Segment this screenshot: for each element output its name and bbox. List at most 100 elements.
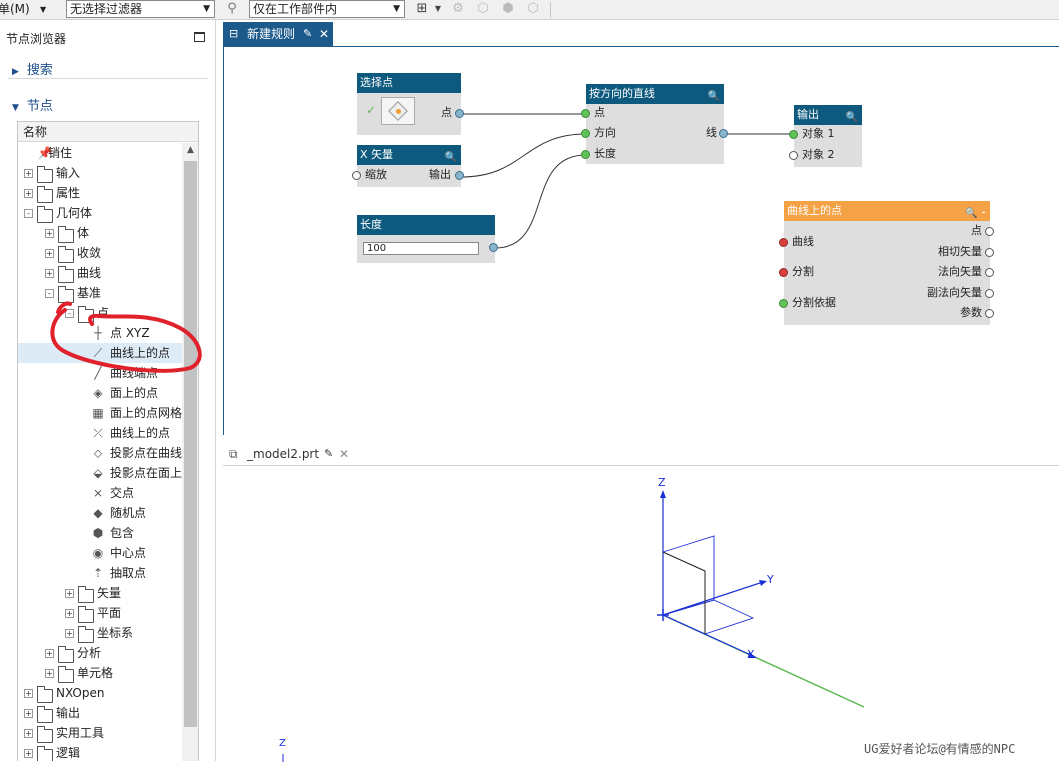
chevron-down-icon[interactable]: ▼ xyxy=(430,1,446,17)
tree-item[interactable]: ⬙ 投影点在面上 xyxy=(18,463,182,483)
tree-item[interactable]: + 矢量 xyxy=(18,583,182,603)
expand-icon[interactable]: + xyxy=(45,269,54,278)
expand-icon[interactable]: + xyxy=(24,749,33,758)
tree-item[interactable]: + 分析 xyxy=(18,643,182,663)
select-point-output-port[interactable] xyxy=(455,109,464,118)
tree-item[interactable]: + 输入 xyxy=(18,163,182,183)
search-icon[interactable]: 🔍 xyxy=(445,148,457,168)
poc-tangent-port[interactable] xyxy=(985,248,994,257)
line-point-port[interactable] xyxy=(581,109,590,118)
poc-point-out-port[interactable] xyxy=(985,227,994,236)
output-object1-port[interactable] xyxy=(789,130,798,139)
length-input[interactable]: 100 xyxy=(363,242,479,255)
x-vector-output-port[interactable] xyxy=(455,171,464,180)
expand-icon[interactable]: + xyxy=(24,169,33,178)
tree-item[interactable]: + 输出 xyxy=(18,703,182,723)
output-object2-port[interactable] xyxy=(789,151,798,160)
poc-param-port[interactable] xyxy=(985,309,994,318)
expand-icon[interactable]: + xyxy=(24,709,33,718)
poc-binormal-port[interactable] xyxy=(985,289,994,298)
line-length-port[interactable] xyxy=(581,150,590,159)
expand-icon[interactable]: + xyxy=(24,189,33,198)
search-icon[interactable]: 🔍 ⁃ xyxy=(965,204,986,224)
tree-item[interactable]: + 实用工具 xyxy=(18,723,182,743)
snap-icon-4[interactable]: ⬡ xyxy=(525,1,541,17)
close-icon[interactable]: ✕ xyxy=(339,443,349,465)
close-icon[interactable]: ✕ xyxy=(319,22,329,46)
node-point-on-curve[interactable]: 曲线上的点 🔍 ⁃ 曲线 分割 分割依据 点 相切矢量 法向矢量 副法向矢量 参数 xyxy=(779,201,994,325)
tree-item[interactable]: + NXOpen xyxy=(18,683,182,703)
point-picker-button[interactable] xyxy=(381,97,415,125)
tree-item[interactable]: + 单元格 xyxy=(18,663,182,683)
tab-model[interactable]: ⧉ _model2.prt ✎ ✕ xyxy=(223,443,353,465)
expand-icon[interactable]: + xyxy=(24,729,33,738)
tree-item[interactable]: - 几何体 xyxy=(18,203,182,223)
tree-item[interactable]: ⬢ 包含 xyxy=(18,523,182,543)
tree-item[interactable]: ◉ 中心点 xyxy=(18,543,182,563)
edit-icon[interactable]: ✎ xyxy=(324,443,333,465)
scrollbar-thumb[interactable] xyxy=(184,161,197,727)
poc-split-by-label: 分割依据 xyxy=(792,296,836,309)
tree-item[interactable]: ⨯ 交点 xyxy=(18,483,182,503)
search-icon[interactable]: 🔍 xyxy=(708,87,720,107)
expand-icon[interactable]: + xyxy=(65,589,74,598)
poc-param-label: 参数 xyxy=(960,306,982,319)
tree-item[interactable]: ⤫ 曲线上的点 xyxy=(18,423,182,443)
tree-item[interactable]: ⇡ 抽取点 xyxy=(18,563,182,583)
expand-icon[interactable]: + xyxy=(45,649,54,658)
poc-split-port[interactable] xyxy=(779,268,788,277)
node-select-point[interactable]: 选择点 ✓ 点 xyxy=(357,73,464,135)
length-output-port[interactable] xyxy=(489,243,498,252)
node-line-by-direction[interactable]: 按方向的直线 🔍 点 方向 长度 线 xyxy=(581,84,728,164)
tree-column-header[interactable]: 名称 xyxy=(18,122,198,142)
expand-icon[interactable]: + xyxy=(24,689,33,698)
expand-icon[interactable]: + xyxy=(45,229,54,238)
snap-icon-3[interactable]: ⬢ xyxy=(500,1,516,17)
node-x-vector[interactable]: X 矢量 🔍 缩放 输出 xyxy=(352,145,464,187)
tree-item[interactable]: ⬦ 投影点在曲线 xyxy=(18,443,182,463)
selection-filter-dropdown[interactable]: 无选择过滤器 ▼ xyxy=(66,0,215,18)
tree-scrollbar[interactable]: ▲ xyxy=(182,143,198,761)
rule-graph-canvas[interactable]: 选择点 ✓ 点 X 矢量 🔍 缩放 输出 长度 100 按方向的直线 🔍 点 方向 … xyxy=(223,46,1059,435)
scroll-up-icon[interactable]: ▲ xyxy=(182,145,198,155)
scope-dropdown[interactable]: 仅在工作部件内 ▼ xyxy=(249,0,405,18)
tab-new-rule[interactable]: ⊟ 新建规则 ✎ ✕ xyxy=(223,22,333,46)
expand-icon[interactable]: + xyxy=(65,629,74,638)
poc-curve-port[interactable] xyxy=(779,238,788,247)
poc-normal-port[interactable] xyxy=(985,268,994,277)
assembly-icon[interactable]: ⊞ xyxy=(414,1,430,17)
node-length[interactable]: 长度 100 xyxy=(357,215,498,263)
tree-item[interactable]: + 平面 xyxy=(18,603,182,623)
tree-item[interactable]: + 逻辑 xyxy=(18,743,182,761)
node-point-on-curve-title: 曲线上的点 🔍 ⁃ xyxy=(784,201,990,221)
pane-splitter[interactable] xyxy=(216,435,1059,443)
model-viewport[interactable]: Z Y X Z xyxy=(223,465,1059,762)
search-section-header[interactable]: ▶ 搜索 xyxy=(12,59,53,78)
tree-item[interactable]: + 属性 xyxy=(18,183,182,203)
search-icon[interactable]: 🔍 xyxy=(846,108,858,128)
node-output[interactable]: 输出 🔍 对象 1 对象 2 xyxy=(789,105,862,167)
filter-icon[interactable]: ⚲ xyxy=(224,1,240,17)
tree-item[interactable]: + 坐标系 xyxy=(18,623,182,643)
tree-item[interactable]: + 体 xyxy=(18,223,182,243)
snap-icon-1[interactable]: ⚙ xyxy=(450,1,466,17)
line-direction-port[interactable] xyxy=(581,129,590,138)
x-vector-scale-port[interactable] xyxy=(352,171,361,180)
snap-icon-2[interactable]: ⬡ xyxy=(475,1,491,17)
menu-button[interactable]: 菜单(M) ▼ xyxy=(0,1,52,18)
maximize-icon[interactable] xyxy=(194,32,205,42)
tree-item[interactable]: ◆ 随机点 xyxy=(18,503,182,523)
line-output-port[interactable] xyxy=(719,129,728,138)
expand-icon[interactable]: + xyxy=(45,669,54,678)
tree-item-label: 逻辑 xyxy=(56,746,81,760)
tree-item[interactable]: + 收敛 xyxy=(18,243,182,263)
tree-item[interactable]: 📌 销住 xyxy=(18,143,182,163)
collapse-icon[interactable]: - xyxy=(24,209,33,218)
expand-icon[interactable]: + xyxy=(45,249,54,258)
tree-item[interactable]: ▦ 面上的点网格 xyxy=(18,403,182,423)
poc-split-by-port[interactable] xyxy=(779,299,788,308)
edit-icon[interactable]: ✎ xyxy=(303,22,312,46)
tree-item[interactable]: + 曲线 xyxy=(18,263,182,283)
expand-icon[interactable]: + xyxy=(65,609,74,618)
nodes-section-header[interactable]: ▼ 节点 xyxy=(12,95,53,114)
